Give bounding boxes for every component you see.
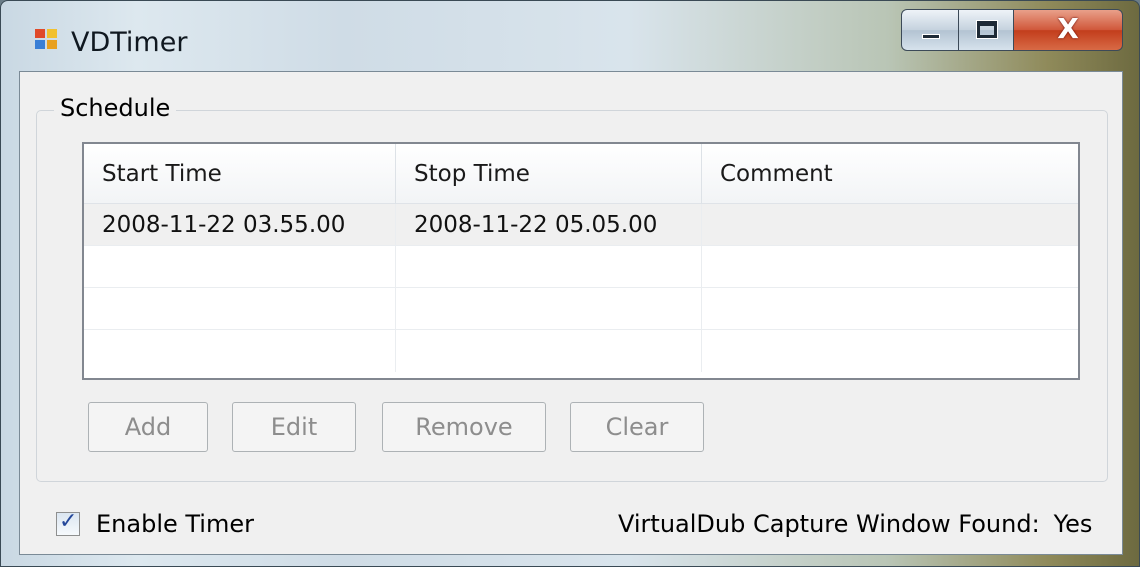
close-icon: X (1057, 12, 1079, 45)
status-label: VirtualDub Capture Window Found: (618, 510, 1040, 538)
client-area: Schedule Start Time Stop Time Comment 20… (19, 71, 1123, 555)
comment-cell (702, 246, 1080, 288)
title-bar[interactable]: VDTimer X (1, 1, 1139, 69)
column-header-start-time[interactable]: Start Time (84, 144, 396, 204)
column-header-stop-time[interactable]: Stop Time (396, 144, 702, 204)
start-time-cell (84, 330, 396, 372)
stop-time-cell (396, 330, 702, 372)
comment-cell (702, 204, 1080, 246)
app-icon-quad (47, 29, 57, 38)
stop-time-cell: 2008-11-22 05.05.00 (396, 204, 702, 246)
maximize-button[interactable] (958, 9, 1014, 51)
app-window: VDTimer X Schedule Start Time Stop Time … (0, 0, 1140, 567)
table-row[interactable] (84, 288, 1078, 330)
stop-time-cell (396, 246, 702, 288)
stop-time-cell (396, 288, 702, 330)
app-icon-quad (47, 40, 57, 49)
schedule-list-header: Start Time Stop Time Comment (84, 144, 1078, 204)
close-button[interactable]: X (1013, 9, 1123, 51)
maximize-icon (976, 20, 998, 39)
edit-button[interactable]: Edit (232, 402, 356, 452)
schedule-group-label: Schedule (54, 94, 177, 122)
table-row[interactable] (84, 330, 1078, 372)
start-time-cell (84, 288, 396, 330)
table-row[interactable] (84, 246, 1078, 288)
add-button[interactable]: Add (88, 402, 208, 452)
enable-timer-checkbox[interactable]: ✓ (56, 509, 80, 536)
window-title: VDTimer (71, 27, 188, 58)
app-icon-quad (35, 29, 45, 38)
start-time-cell (84, 246, 396, 288)
schedule-list[interactable]: Start Time Stop Time Comment 2008-11-22 … (82, 142, 1080, 380)
app-icon-quad (35, 40, 45, 49)
minimize-button[interactable] (901, 9, 959, 51)
caption-buttons: X (901, 9, 1123, 51)
status-value: Yes (1053, 510, 1093, 538)
column-header-comment[interactable]: Comment (702, 144, 1080, 204)
table-row[interactable]: 2008-11-22 03.55.00 2008-11-22 05.05.00 (84, 204, 1078, 246)
comment-cell (702, 330, 1080, 372)
start-time-cell: 2008-11-22 03.55.00 (84, 204, 396, 246)
clear-button[interactable]: Clear (570, 402, 704, 452)
checkmark-icon: ✓ (59, 509, 78, 534)
comment-cell (702, 288, 1080, 330)
app-icon[interactable] (35, 29, 59, 51)
remove-button[interactable]: Remove (382, 402, 546, 452)
enable-timer-label[interactable]: Enable Timer (96, 510, 254, 538)
capture-window-status: VirtualDub Capture Window Found: Yes (618, 510, 1092, 538)
minimize-icon (922, 34, 940, 39)
